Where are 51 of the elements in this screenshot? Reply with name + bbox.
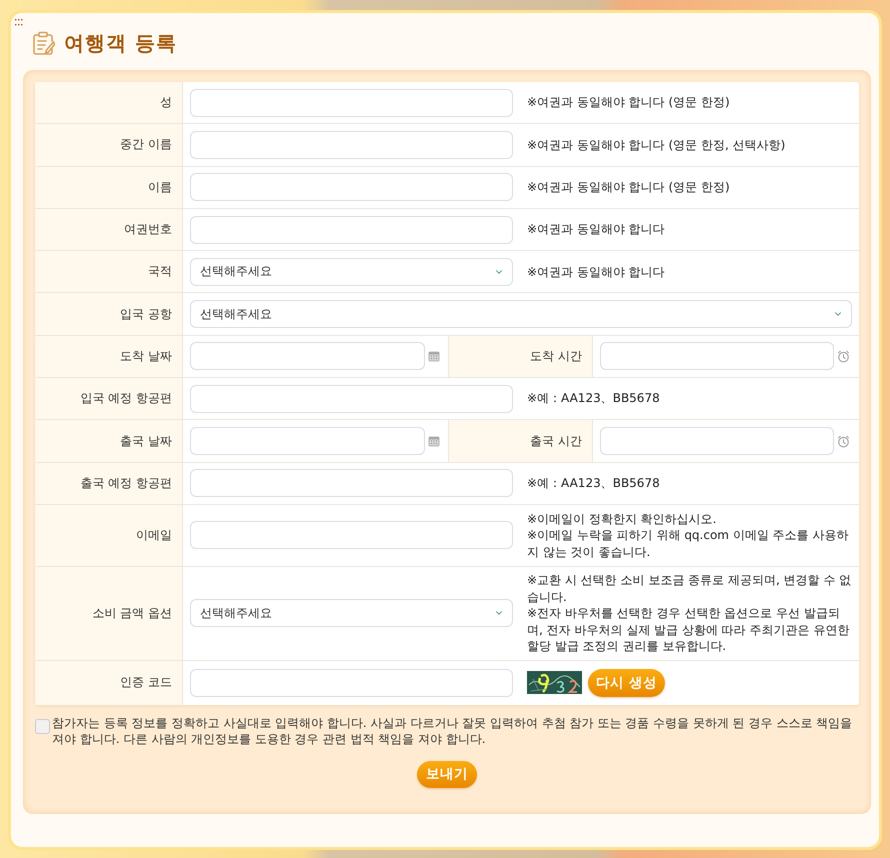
label-cell: 국적: [35, 251, 183, 292]
clock-icon[interactable]: [837, 434, 850, 448]
calendar-icon[interactable]: [428, 435, 440, 448]
text-field[interactable]: [190, 668, 513, 697]
note-text: ※이메일이 정확한지 확인하십시오.: [527, 510, 718, 528]
captcha-image: [527, 671, 582, 694]
label-cell: 중간 이름: [35, 124, 183, 166]
note-text: ※전자 바우처를 선택한 경우 선택한 옵션으로 우선 발급되며, 전자 바우처의 실제 발급 상황에 따라 주최기관은 유연한 할당 발급 조정의 권리를 보유합니다.: [527, 605, 850, 655]
label-cell: 여권번호: [35, 208, 183, 250]
text-field[interactable]: [190, 173, 513, 202]
time-field[interactable]: [600, 342, 834, 370]
label-cell: 이름: [35, 166, 183, 208]
note-text: ※교환 시 선택한 소비 보조금 종류로 제공되며, 변경할 수 없습니다.: [527, 572, 852, 606]
text-field[interactable]: [190, 216, 513, 244]
label-cell: 도착 시간: [448, 336, 593, 378]
agreement-text: 참가자는 등록 정보를 정확하고 사실대로 입력해야 합니다. 사실과 다르거나 잘못 입력하여 추첨 참가 또는 경품 수령을 못하게 된 경우 스스로 책임을 져야 합니다. 다른 사람의 개인정보를 도용한 경우 관련 법적 책임을 져야 합니다.: [52, 714, 854, 747]
clock-icon[interactable]: [837, 350, 850, 363]
note-text: ※여권과 동일해야 합니다: [527, 264, 666, 280]
select-field[interactable]: 선택해주세요: [190, 599, 513, 628]
label-cell: 소비 금액 옵션: [35, 566, 183, 660]
note-text: ※예：AA123、BB5678: [527, 390, 661, 407]
label-cell: 성: [35, 82, 183, 124]
text-field[interactable]: [190, 88, 513, 117]
clipboard-icon: [32, 30, 55, 56]
note-text: ※이메일 누락을 피하기 위해 qq.com 이메일 주소를 사용하지 않는 것이 좋습니다.: [527, 527, 850, 560]
note-text: ※여권과 동일해야 합니다 (영문 한정): [527, 94, 731, 111]
text-field[interactable]: [190, 384, 513, 413]
label-cell: 도착 날짜: [35, 336, 183, 378]
note-text: ※예：AA123、BB5678: [527, 475, 661, 492]
text-field[interactable]: [190, 130, 513, 159]
label-cell: 인증 코드: [35, 660, 183, 705]
select-field[interactable]: 선택해주세요: [190, 300, 852, 328]
note-text: ※여권과 동일해야 합니다 (영문 한정, 선택사항): [527, 136, 786, 154]
date-field[interactable]: [190, 427, 425, 456]
text-field[interactable]: [190, 521, 513, 550]
text-field[interactable]: [190, 469, 513, 498]
label-cell: 출국 날짜: [35, 420, 183, 462]
note-text: ※여권과 동일해야 합니다 (영문 한정): [527, 178, 731, 196]
note-text: ※여권과 동일해야 합니다: [527, 221, 666, 238]
date-field[interactable]: [190, 342, 425, 370]
drag-handle-icon[interactable]: [15, 19, 23, 26]
label-cell: 이메일: [35, 504, 183, 566]
label-cell: 출국 예정 항공편: [35, 462, 183, 504]
label-cell: 입국 예정 항공편: [35, 378, 183, 420]
select-field[interactable]: 선택해주세요: [190, 258, 513, 286]
time-field[interactable]: [600, 427, 834, 456]
calendar-icon[interactable]: [428, 350, 440, 362]
agreement-checkbox[interactable]: [35, 718, 50, 734]
label-cell: 입국 공항: [35, 293, 183, 335]
label-cell: 출국 시간: [448, 420, 593, 462]
page-title: 여행객 등록: [64, 30, 177, 56]
